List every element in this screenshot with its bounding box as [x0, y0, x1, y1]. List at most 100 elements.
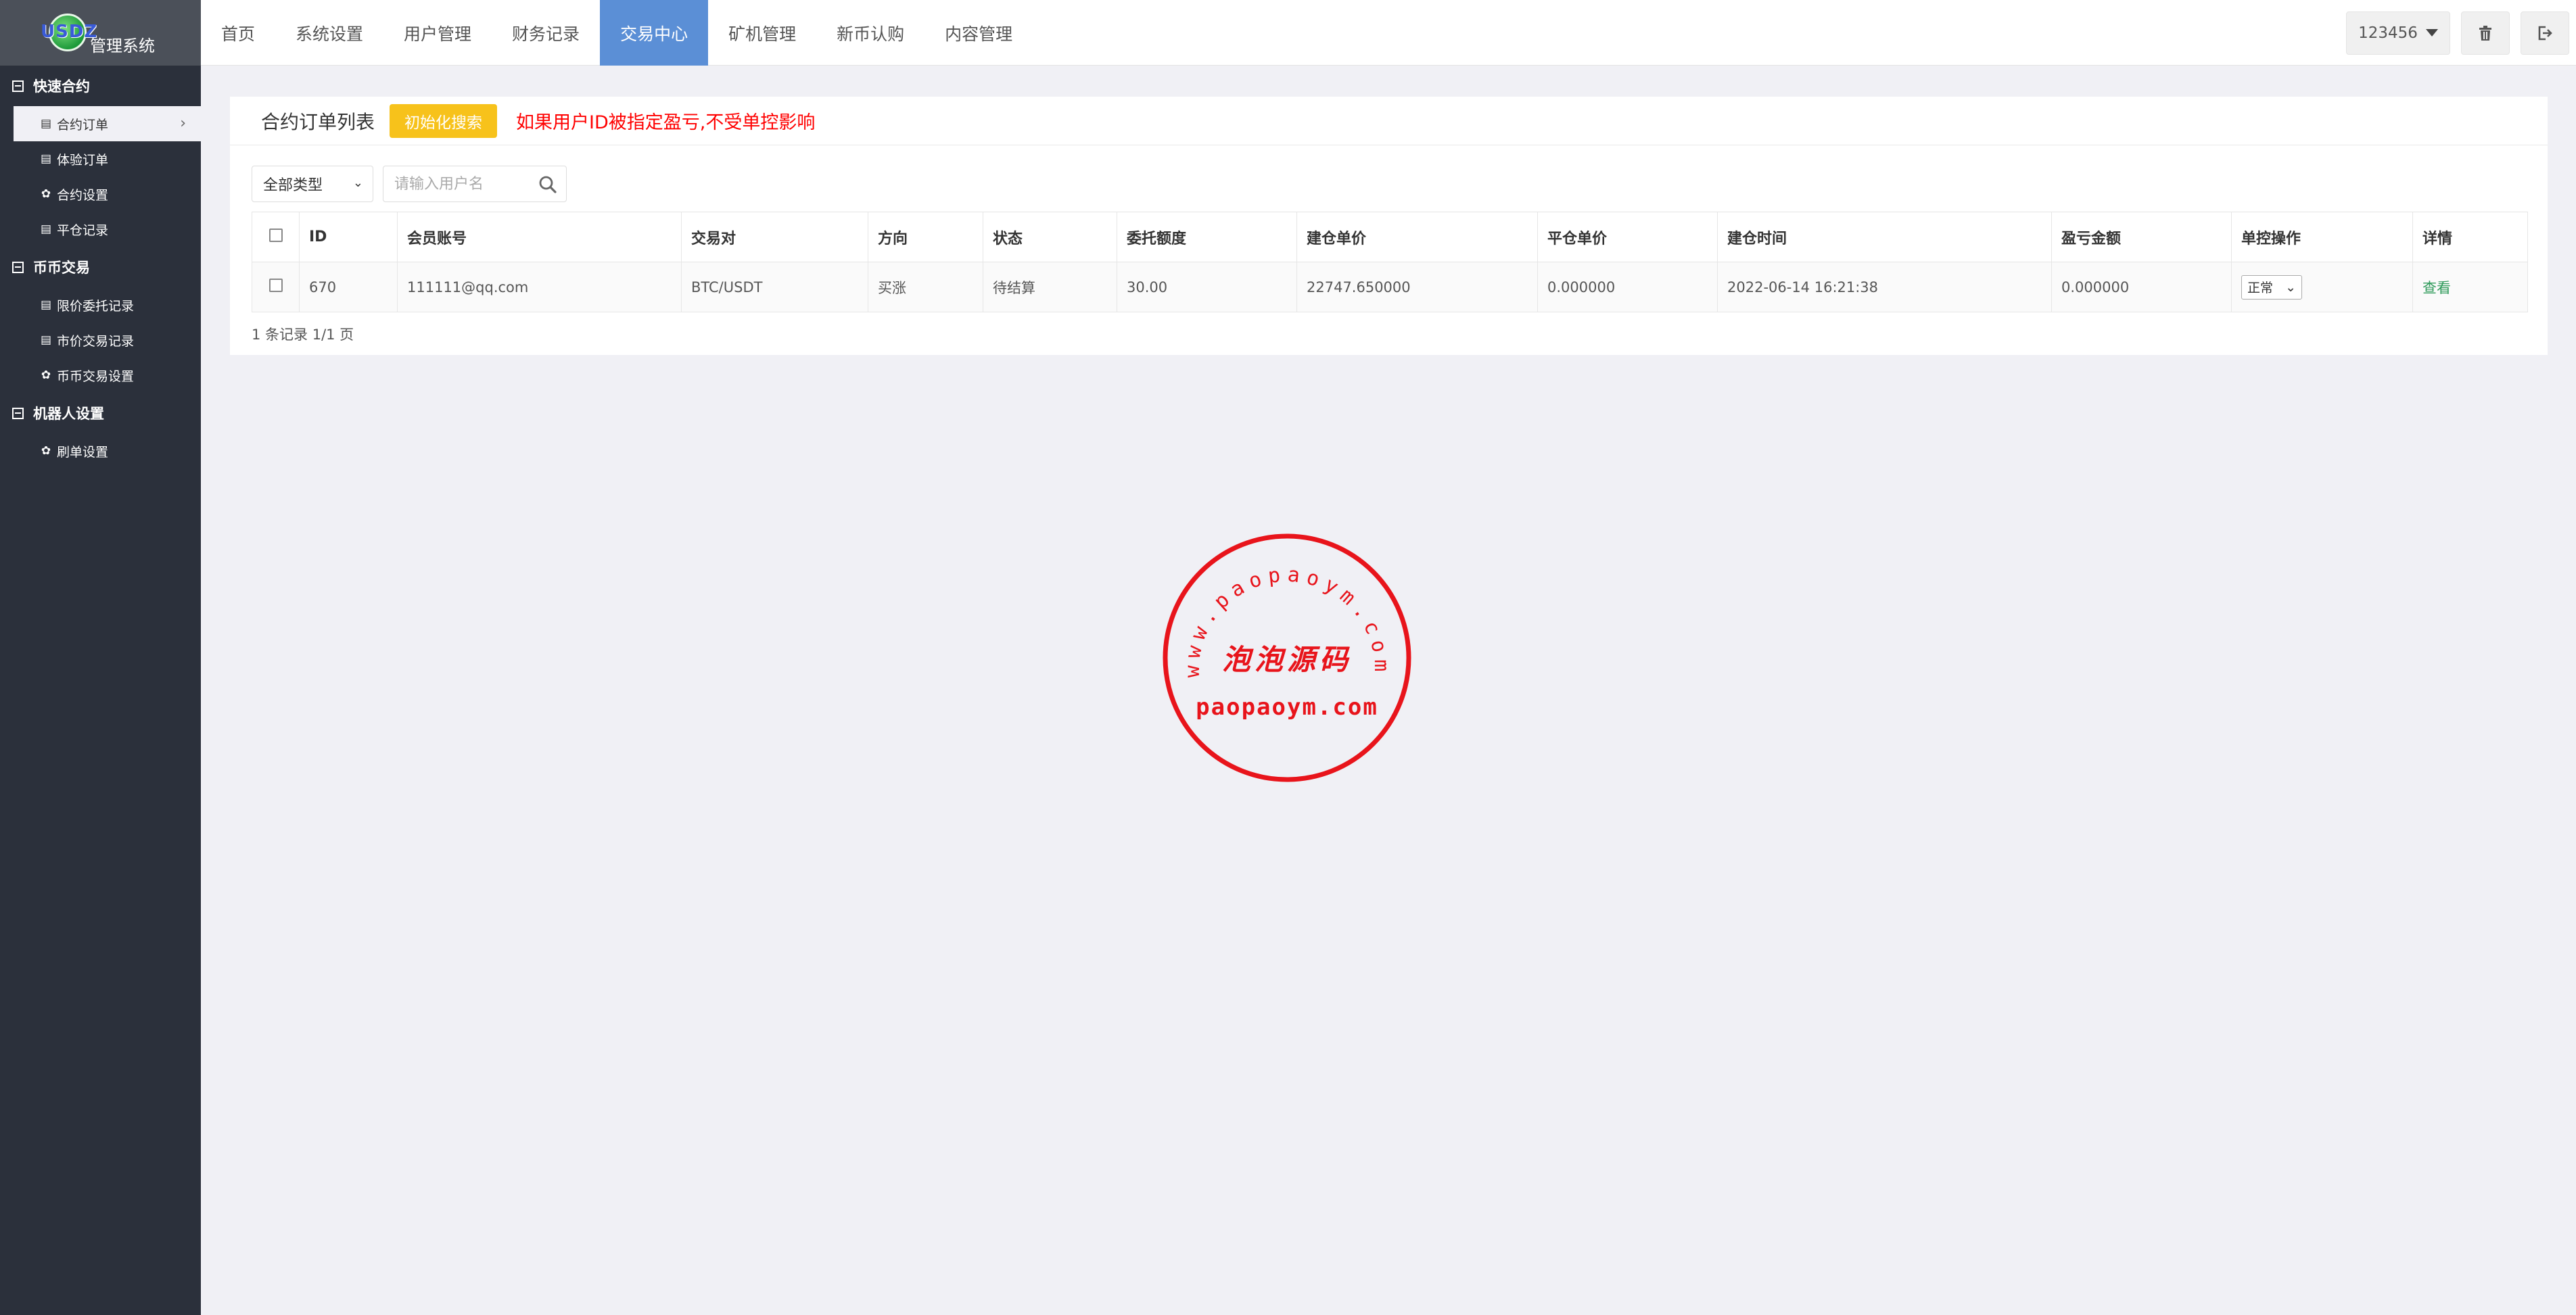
user-menu-button[interactable]: 123456: [2346, 11, 2450, 55]
caret-down-icon: [2425, 29, 2438, 37]
col-close-price[interactable]: 平仓单价: [1537, 212, 1718, 262]
select-all-cell: [252, 212, 300, 262]
chevron-right-icon: ›: [180, 115, 186, 132]
nav-trading-center[interactable]: 交易中心: [600, 0, 709, 66]
top-right-tools: 123456: [2346, 0, 2576, 66]
table-icon: ▤: [40, 152, 52, 166]
col-pair[interactable]: 交易对: [681, 212, 868, 262]
sidebar-item-market-orders[interactable]: ▤ 市价交易记录: [14, 322, 201, 358]
table-row: 670 111111@qq.com BTC/USDT 买涨 待结算 30.00 …: [252, 262, 2528, 312]
row-select-cell: [252, 262, 300, 312]
chevron-down-icon: ⌄: [352, 176, 363, 190]
reset-search-button[interactable]: 初始化搜索: [390, 103, 498, 138]
trash-icon: [2479, 25, 2491, 41]
table-icon: ▤: [40, 222, 52, 236]
pagination-info: 1 条记录 1/1 页: [252, 327, 354, 343]
username: 123456: [2358, 24, 2418, 42]
nav-system-settings[interactable]: 系统设置: [275, 0, 383, 66]
col-status[interactable]: 状态: [983, 212, 1117, 262]
stamp-center-text: 泡泡源码: [1222, 643, 1352, 676]
nav-user-management[interactable]: 用户管理: [383, 0, 492, 66]
orders-table: ID 会员账号 交易对 方向 状态 委托额度 建仓单价 平仓单价 建仓时间 盈亏…: [252, 212, 2528, 312]
col-account[interactable]: 会员账号: [397, 212, 682, 262]
col-detail[interactable]: 详情: [2412, 212, 2528, 262]
nav-content-management[interactable]: 内容管理: [924, 0, 1033, 66]
col-open-price[interactable]: 建仓单价: [1296, 212, 1538, 262]
col-pnl[interactable]: 盈亏金额: [2051, 212, 2232, 262]
row-checkbox[interactable]: [268, 279, 283, 292]
control-select-value: 正常: [2247, 281, 2274, 295]
search-input[interactable]: [394, 175, 530, 193]
col-direction[interactable]: 方向: [868, 212, 983, 262]
search-box: [383, 166, 567, 202]
watermark-stamp: www.paopaoym.com 泡泡源码 paopaoym.com: [1163, 533, 1411, 782]
nav-miner-management[interactable]: 矿机管理: [708, 0, 816, 66]
app-title: 管理系统: [90, 37, 155, 55]
menu-group-title[interactable]: 快速合约: [0, 66, 201, 106]
filter-bar: 全部类型 ⌄: [230, 166, 2548, 202]
search-icon[interactable]: [538, 174, 558, 195]
cell-open-time: 2022-06-14 16:21:38: [1717, 262, 2052, 312]
cell-pair: BTC/USDT: [681, 262, 868, 312]
menu-group-spot: 币币交易 ▤ 限价委托记录 ▤ 市价交易记录 ✿ 币币交易设置: [0, 247, 201, 393]
clear-cache-button[interactable]: [2461, 11, 2510, 55]
logo-mark-text: USDZ: [41, 22, 98, 42]
sidebar-item-limit-orders[interactable]: ▤ 限价委托记录: [14, 287, 201, 322]
cell-open-price: 22747.650000: [1296, 262, 1538, 312]
menu-group-contract: 快速合约 ▤ 合约订单 › ▤ 体验订单 ✿ 合约设置 ▤ 平仓记录: [0, 66, 201, 247]
logout-button[interactable]: [2521, 11, 2569, 55]
warning-text: 如果用户ID被指定盈亏,不受单控影响: [516, 112, 816, 133]
page-title: 合约订单列表: [261, 110, 375, 133]
sidebar-item-trial-orders[interactable]: ▤ 体验订单: [14, 141, 201, 176]
collapse-icon: [12, 261, 24, 273]
select-all-checkbox[interactable]: [268, 228, 283, 242]
menu-group-robot: 机器人设置 ✿ 刷单设置: [0, 393, 201, 469]
cell-close-price: 0.000000: [1537, 262, 1718, 312]
sidebar-item-spot-settings[interactable]: ✿ 币币交易设置: [14, 358, 201, 393]
sidebar-item-brush-settings[interactable]: ✿ 刷单设置: [14, 433, 201, 469]
stamp-bottom-text: paopaoym.com: [1196, 694, 1378, 721]
chevron-down-icon: ⌄: [2285, 279, 2296, 295]
cell-id: 670: [299, 262, 398, 312]
cell-pnl: 0.000000: [2051, 262, 2232, 312]
nav-new-coin-subscription[interactable]: 新币认购: [816, 0, 924, 66]
sidebar-item-contract-settings[interactable]: ✿ 合约设置: [14, 176, 201, 212]
logout-icon: [2538, 26, 2552, 40]
table-icon: ▤: [40, 333, 52, 347]
col-amount[interactable]: 委托额度: [1117, 212, 1297, 262]
nav-home[interactable]: 首页: [201, 0, 275, 66]
gear-icon: ✿: [41, 368, 51, 382]
col-id[interactable]: ID: [299, 212, 398, 262]
collapse-icon: [12, 80, 24, 92]
topbar: 首页 系统设置 用户管理 财务记录 交易中心 矿机管理 新币认购 内容管理 12…: [201, 0, 2576, 66]
gear-icon: ✿: [41, 187, 51, 201]
type-select[interactable]: 全部类型 ⌄: [252, 166, 373, 202]
logo[interactable]: USDZ 管理系统: [0, 0, 201, 66]
cell-control: 正常 ⌄: [2231, 262, 2413, 312]
view-detail-link[interactable]: 查看: [2422, 280, 2451, 296]
control-select[interactable]: 正常 ⌄: [2241, 274, 2302, 300]
gear-icon: ✿: [41, 444, 51, 458]
cell-account: 111111@qq.com: [397, 262, 682, 312]
nav-finance-records[interactable]: 财务记录: [492, 0, 600, 66]
sidebar: USDZ 管理系统 快速合约 ▤ 合约订单 › ▤ 体验订单 ✿ 合约设置 ▤ …: [0, 0, 201, 1315]
cell-status: 待结算: [983, 262, 1117, 312]
table-icon: ▤: [40, 117, 52, 130]
collapse-icon: [12, 407, 24, 419]
menu-group-title[interactable]: 机器人设置: [0, 393, 201, 433]
table-header-row: ID 会员账号 交易对 方向 状态 委托额度 建仓单价 平仓单价 建仓时间 盈亏…: [252, 212, 2528, 262]
cell-direction: 买涨: [868, 262, 983, 312]
cell-amount: 30.00: [1117, 262, 1297, 312]
type-select-value: 全部类型: [263, 177, 323, 194]
sidebar-item-close-records[interactable]: ▤ 平仓记录: [14, 212, 201, 247]
top-nav: 首页 系统设置 用户管理 财务记录 交易中心 矿机管理 新币认购 内容管理: [201, 0, 2576, 66]
contract-orders-panel: 合约订单列表 初始化搜索 如果用户ID被指定盈亏,不受单控影响 全部类型 ⌄ I…: [230, 97, 2548, 355]
panel-header: 合约订单列表 初始化搜索 如果用户ID被指定盈亏,不受单控影响: [230, 97, 2548, 145]
logo-mark: USDZ: [41, 12, 97, 54]
col-control[interactable]: 单控操作: [2231, 212, 2413, 262]
col-open-time[interactable]: 建仓时间: [1717, 212, 2052, 262]
cell-detail: 查看: [2412, 262, 2528, 312]
menu-group-title[interactable]: 币币交易: [0, 247, 201, 287]
sidebar-item-contract-orders[interactable]: ▤ 合约订单 ›: [14, 106, 201, 141]
table-icon: ▤: [40, 298, 52, 312]
